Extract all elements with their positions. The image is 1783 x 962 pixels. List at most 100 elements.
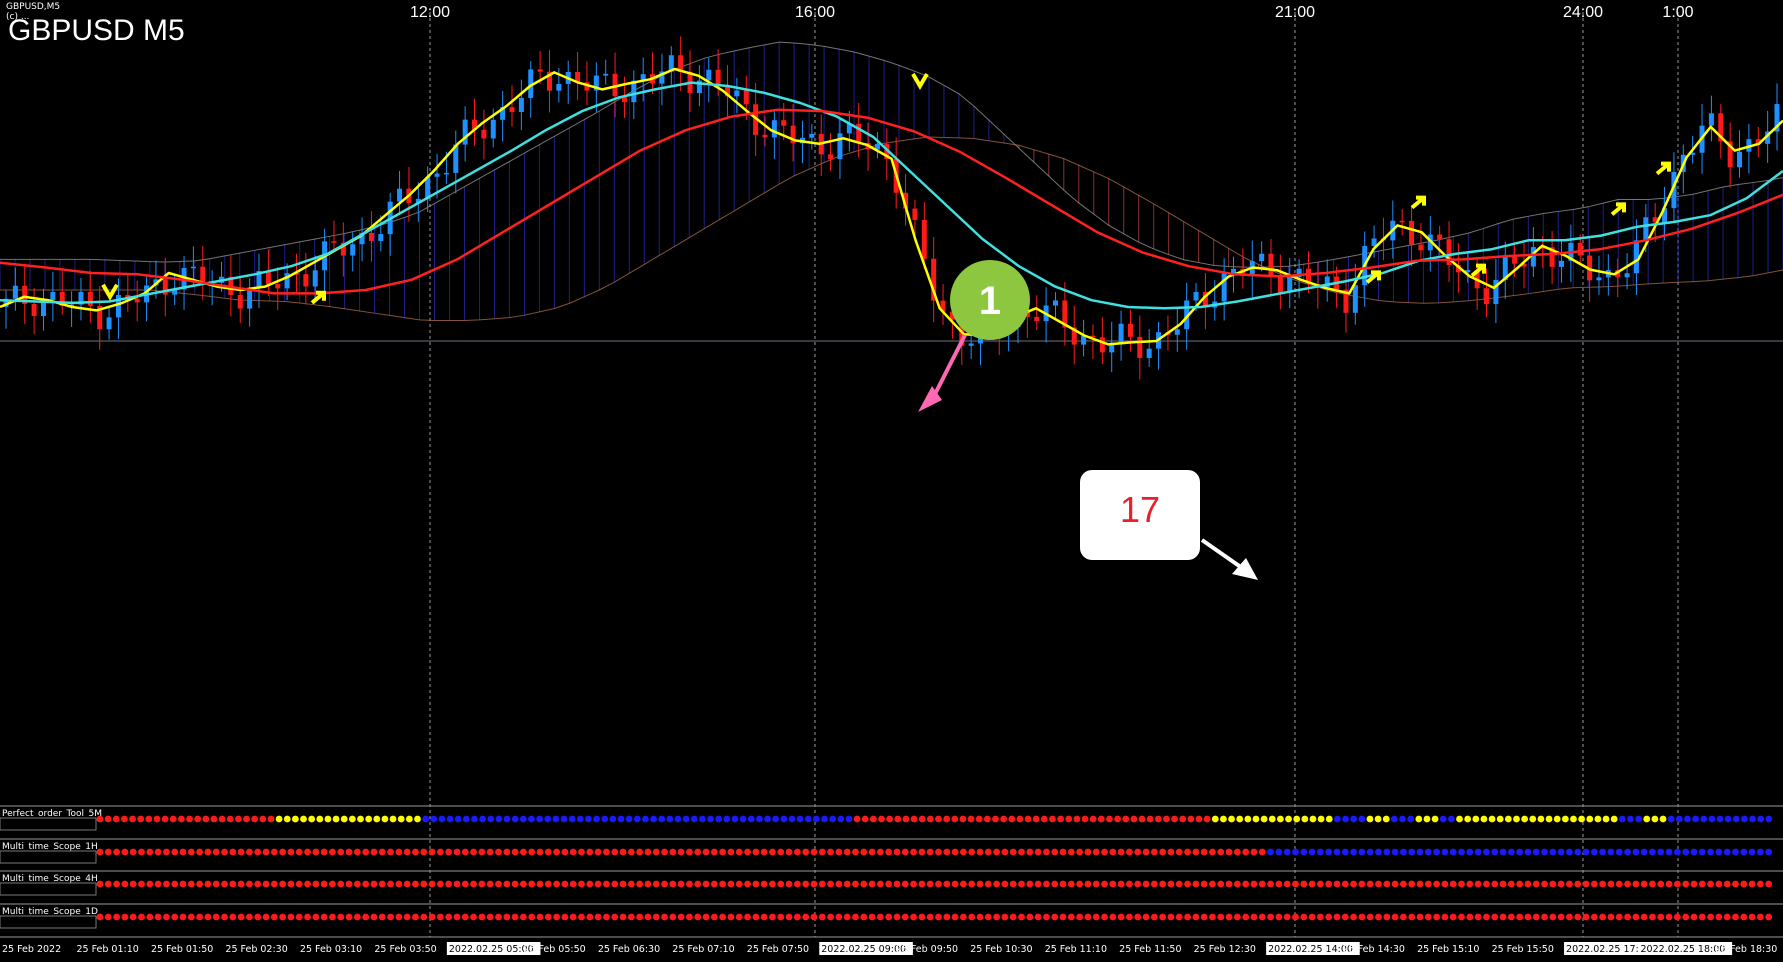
panel-dot [1126,913,1133,921]
panel-dot [1026,880,1034,888]
panel-dot [1716,815,1724,823]
panel-dot [594,880,602,888]
panel-dot [686,913,693,921]
panel-dot [1504,815,1512,823]
panel-dot [1300,880,1308,888]
panel-dot [320,880,328,888]
panel-dot [760,848,768,856]
panel-dot [536,913,544,921]
panel-dot [1466,913,1474,921]
bottom-time-label: 25 Feb 05:50 [523,944,585,955]
panel-dot [1665,913,1673,921]
bottom-time-label: 25 Feb 11:10 [1045,944,1107,955]
panel-dot [412,913,419,921]
panel-dot [1431,815,1439,823]
panel-dot [312,913,320,921]
panel-dot [984,913,992,921]
panel-dot [104,913,112,921]
panel-dot [1480,815,1488,823]
panel-dot [194,815,202,823]
panel-dot [677,880,685,888]
candle-body [1193,291,1199,301]
candle-body [12,285,18,299]
panel-dot [246,913,253,921]
panel-dot [1707,913,1714,921]
panel-dot [603,880,610,888]
panel-dot [1391,880,1399,888]
panel-dot [445,913,453,921]
panel-dot [1400,913,1407,921]
panel-dot [237,913,245,921]
panel-dot [818,913,826,921]
panel-dot [719,880,727,888]
panel-dot [1084,880,1092,888]
panel-dot [719,913,727,921]
panel-dot [511,848,519,856]
panel-dot [1057,815,1065,823]
panel-dot [470,913,477,921]
panel-dot [316,815,324,823]
panel-dot [1067,848,1075,856]
panel-dot [1114,815,1121,823]
panel-dot [1244,815,1252,823]
panel-dot [395,848,403,856]
panel-dot [300,815,307,823]
panel-dot [561,848,569,856]
panel-dot [652,848,660,856]
candle-body [50,291,56,300]
panel-dot [1171,815,1178,823]
panel-dot [1358,913,1366,921]
panel-dot [1516,848,1524,856]
panel-dot [1117,880,1125,888]
candle-body [31,303,37,317]
annotation-layer: 1 17 [918,260,1258,580]
panel-dot [1748,913,1756,921]
panel-dot [262,848,270,856]
panel-dot [1333,913,1341,921]
panel-dot [1092,848,1100,856]
panel-dot [1316,880,1324,888]
panel-dot [1292,913,1299,921]
panel-dot [959,815,967,823]
panel-dot [486,913,494,921]
panel-dot [486,880,494,888]
panel-dot [1175,848,1183,856]
panel-dot [1217,848,1225,856]
panel-dot [1217,880,1225,888]
panel-dot [1167,880,1175,888]
panel-dot [1549,848,1557,856]
panel-dot [810,848,818,856]
panel-dot [1024,815,1032,823]
panel-dot [163,880,170,888]
panel-dot [471,815,478,823]
panel-dot [287,880,295,888]
panel-dot [1134,848,1142,856]
panel-dot [868,880,876,888]
panel-dot [387,913,394,921]
panel-dot [1610,815,1618,823]
panel-dot [727,848,735,856]
candle-body [968,343,974,346]
panel-dot [1350,880,1357,888]
panel-dot [1252,815,1260,823]
panel-dot [1723,913,1731,921]
panel-dot [210,815,218,823]
panel-dot [627,913,635,921]
panel-dot [780,815,788,823]
panel-dot [1408,848,1416,856]
candle-body [781,120,787,126]
panel-dot [1220,815,1227,823]
panel-dot [486,848,494,856]
panel-dot [818,880,826,888]
candle-body [378,234,384,241]
panel-dot [528,880,536,888]
panel-dot [373,815,381,823]
panel-dot [943,913,951,921]
panel-dot [544,815,552,823]
candle-body [1633,240,1639,274]
candle-body [1596,277,1602,281]
panel-dot [438,815,446,823]
panel-dot [1001,913,1009,921]
indicator-panel-layer: Perfect_order_Tool_5MMulti_time_Scope_1H… [0,805,1783,938]
panel-dot [552,815,560,823]
